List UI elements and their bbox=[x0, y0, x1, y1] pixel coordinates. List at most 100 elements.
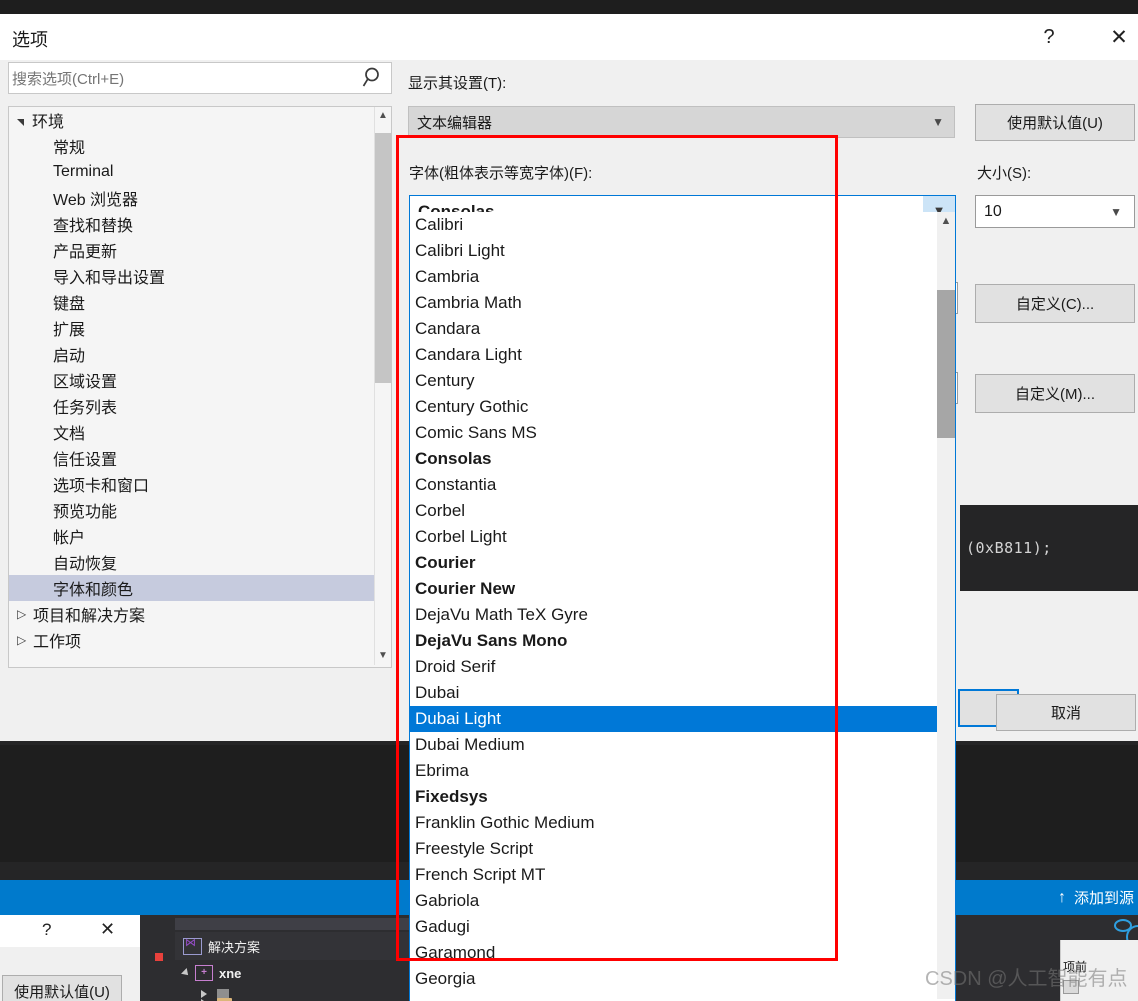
tree-item-3[interactable]: Web 浏览器 bbox=[9, 185, 375, 211]
font-option-17[interactable]: Droid Serif bbox=[410, 654, 955, 680]
use-defaults-button[interactable]: 使用默认值(U) bbox=[975, 104, 1135, 141]
tree-item-17[interactable]: 自动恢复 bbox=[9, 549, 375, 575]
background-close-icon[interactable]: ✕ bbox=[100, 919, 115, 940]
tree-item-label: 查找和替换 bbox=[53, 218, 134, 235]
custom-foreground-button[interactable]: 自定义(C)... bbox=[975, 284, 1135, 323]
tree-item-19[interactable]: ▷ 项目和解决方案 bbox=[9, 601, 375, 627]
chevron-down-icon: ▼ bbox=[1110, 204, 1122, 219]
help-icon[interactable]: ? bbox=[1032, 20, 1066, 54]
font-option-18[interactable]: Dubai bbox=[410, 680, 955, 706]
font-dropdown-scrollbar[interactable]: ▲ bbox=[937, 212, 955, 999]
font-option-26[interactable]: Gabriola bbox=[410, 888, 955, 914]
custom-background-button[interactable]: 自定义(M)... bbox=[975, 374, 1135, 413]
status-bar-add-to-source-label: 添加到源 bbox=[1073, 890, 1134, 907]
tree-item-label: Web 浏览器 bbox=[53, 192, 139, 209]
options-category-tree[interactable]: 环境 常规 Terminal Web 浏览器 查找和替换产品更新 导入和导出设置 键盘 扩展启… bbox=[8, 106, 392, 668]
tree-item-5[interactable]: 产品更新 bbox=[9, 237, 375, 263]
show-settings-for-value: 文本编辑器 bbox=[417, 114, 493, 132]
solution-explorer-title-row: 解决方案 bbox=[175, 932, 433, 960]
font-option-12[interactable]: Corbel Light bbox=[410, 524, 955, 550]
page-title: 选项 bbox=[12, 30, 48, 50]
font-option-27[interactable]: Gadugi bbox=[410, 914, 955, 940]
font-option-25[interactable]: French Script MT bbox=[410, 862, 955, 888]
status-bar-add-to-source[interactable]: ↑ 添加到源 bbox=[1058, 880, 1138, 915]
tree-item-13[interactable]: 信任设置 bbox=[9, 445, 375, 471]
tree-item-0[interactable]: 环境 bbox=[9, 107, 375, 133]
tree-item-label: 项目和解决方案 bbox=[33, 608, 146, 625]
tree-item-14[interactable]: 选项卡和窗口 bbox=[9, 471, 375, 497]
chevron-down-icon[interactable]: ▼ bbox=[375, 647, 391, 665]
font-option-5[interactable]: Candara Light bbox=[410, 342, 955, 368]
cancel-button[interactable]: 取消 bbox=[996, 694, 1136, 731]
solution-project-row[interactable]: + xne bbox=[175, 960, 433, 986]
expander-closed-icon[interactable] bbox=[201, 989, 207, 998]
background-options-titlebar bbox=[0, 915, 140, 947]
font-option-3[interactable]: Cambria Math bbox=[410, 290, 955, 316]
project-name-label: xne bbox=[219, 965, 242, 981]
show-settings-for-select[interactable]: 文本编辑器 ▼ bbox=[408, 106, 955, 138]
font-option-10[interactable]: Constantia bbox=[410, 472, 955, 498]
close-icon[interactable]: ✕ bbox=[1102, 20, 1136, 54]
font-option-29[interactable]: Georgia bbox=[410, 966, 955, 992]
search-input[interactable] bbox=[10, 68, 354, 90]
font-option-28[interactable]: Garamond bbox=[410, 940, 955, 966]
font-option-20[interactable]: Dubai Medium bbox=[410, 732, 955, 758]
expander-closed-icon[interactable]: ▷ bbox=[17, 633, 27, 647]
tree-item-12[interactable]: 文档 bbox=[9, 419, 375, 445]
font-option-16[interactable]: DejaVu Sans Mono bbox=[410, 628, 955, 654]
tree-scrollbar-thumb[interactable] bbox=[375, 133, 391, 383]
font-option-22[interactable]: Fixedsys bbox=[410, 784, 955, 810]
tree-item-label: 工作项 bbox=[33, 634, 82, 651]
font-size-select[interactable]: 10 ▼ bbox=[975, 195, 1135, 228]
tree-item-1[interactable]: 常规 bbox=[9, 133, 375, 159]
font-option-24[interactable]: Freestyle Script bbox=[410, 836, 955, 862]
font-option-13[interactable]: Courier bbox=[410, 550, 955, 576]
tree-item-15[interactable]: 预览功能 bbox=[9, 497, 375, 523]
project-add-icon: + bbox=[195, 965, 213, 981]
tree-item-10[interactable]: 区域设置 bbox=[9, 367, 375, 393]
font-option-8[interactable]: Comic Sans MS bbox=[410, 420, 955, 446]
tree-item-label: 预览功能 bbox=[53, 504, 118, 521]
tree-item-20[interactable]: ▷ 工作项 bbox=[9, 627, 375, 653]
expander-open-icon[interactable] bbox=[17, 118, 24, 126]
tree-scrollbar[interactable]: ▲ ▼ bbox=[374, 107, 391, 665]
up-arrow-icon: ↑ bbox=[1057, 888, 1066, 906]
expander-closed-icon[interactable]: ▷ bbox=[17, 607, 27, 621]
tree-item-6[interactable]: 导入和导出设置 bbox=[9, 263, 375, 289]
tree-item-4[interactable]: 查找和替换 bbox=[9, 211, 375, 237]
tree-rows: 环境 常规 Terminal Web 浏览器 查找和替换产品更新 导入和导出设置 键盘 扩展启… bbox=[9, 107, 375, 653]
tree-item-label: 文档 bbox=[53, 426, 86, 443]
font-family-dropdown-list[interactable]: Calibri Calibri Light Cambria Cambria Math C… bbox=[409, 212, 956, 1001]
background-help-icon[interactable]: ? bbox=[42, 920, 51, 940]
chevron-up-icon[interactable]: ▲ bbox=[937, 212, 955, 230]
font-option-14[interactable]: Courier New bbox=[410, 576, 955, 602]
tree-item-label: 自动恢复 bbox=[53, 556, 118, 573]
font-dropdown-scrollbar-thumb[interactable] bbox=[937, 290, 955, 438]
tree-item-2[interactable]: Terminal bbox=[9, 159, 375, 185]
font-option-6[interactable]: Century bbox=[410, 368, 955, 394]
tree-item-9[interactable]: 启动 bbox=[9, 341, 375, 367]
font-option-2[interactable]: Cambria bbox=[410, 264, 955, 290]
font-option-23[interactable]: Franklin Gothic Medium bbox=[410, 810, 955, 836]
tree-item-16[interactable]: 帐户 bbox=[9, 523, 375, 549]
font-option-11[interactable]: Corbel bbox=[410, 498, 955, 524]
folder-icon bbox=[217, 997, 232, 1001]
tree-item-7[interactable]: 键盘 bbox=[9, 289, 375, 315]
search-icon[interactable] bbox=[362, 66, 386, 88]
font-option-9[interactable]: Consolas bbox=[410, 446, 955, 472]
tree-item-11[interactable]: 任务列表 bbox=[9, 393, 375, 419]
font-option-4[interactable]: Candara bbox=[410, 316, 955, 342]
font-option-7[interactable]: Century Gothic bbox=[410, 394, 955, 420]
background-use-defaults-button[interactable]: 使用默认值(U) bbox=[2, 975, 122, 1001]
font-option-15[interactable]: DejaVu Math TeX Gyre bbox=[410, 602, 955, 628]
tree-item-label: 选项卡和窗口 bbox=[53, 478, 150, 495]
font-option-19[interactable]: Dubai Light bbox=[410, 706, 955, 732]
font-option-0[interactable]: Calibri bbox=[410, 212, 955, 238]
tree-item-18[interactable]: 字体和颜色 bbox=[9, 575, 375, 601]
font-option-21[interactable]: Ebrima bbox=[410, 758, 955, 784]
chevron-up-icon[interactable]: ▲ bbox=[375, 107, 391, 125]
font-option-1[interactable]: Calibri Light bbox=[410, 238, 955, 264]
tree-item-8[interactable]: 扩展 bbox=[9, 315, 375, 341]
watermark-text: CSDN @人工智能有点 bbox=[925, 968, 1128, 990]
expander-open-icon[interactable] bbox=[181, 968, 191, 978]
